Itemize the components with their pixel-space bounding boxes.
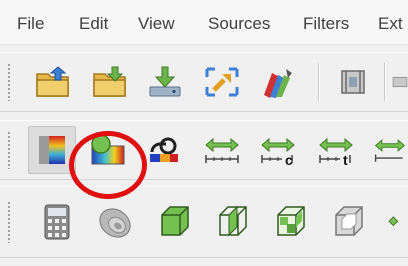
- color-palette-icon: [264, 69, 292, 98]
- toolbar-grip[interactable]: [7, 131, 11, 169]
- overflow-tool-button[interactable]: [392, 59, 408, 105]
- extract-subset-button[interactable]: [326, 199, 372, 245]
- download-icon: [149, 66, 181, 97]
- clip-icon: [161, 206, 189, 236]
- custom-range-suffix: c: [285, 152, 293, 167]
- main-toolbar: [0, 52, 408, 112]
- extract-subset-icon: [335, 206, 363, 236]
- threshold-button[interactable]: [268, 199, 314, 245]
- clip-button[interactable]: [152, 199, 198, 245]
- common-filters-toolbar: [0, 186, 408, 258]
- temporal-range-suffix: t: [343, 152, 348, 167]
- menu-filters[interactable]: Filters: [303, 14, 349, 34]
- color-map-editor-icon: [39, 136, 65, 164]
- menu-extensions[interactable]: Ext: [378, 14, 403, 34]
- menu-view[interactable]: View: [138, 14, 175, 34]
- rescale-temporal-range-icon: t: [319, 137, 353, 167]
- color-toolbar: c t: [0, 120, 408, 180]
- reset-range-button[interactable]: [140, 126, 188, 174]
- slice-button[interactable]: [210, 199, 256, 245]
- menu-bar: File Edit View Sources Filters Ext: [0, 0, 408, 45]
- menu-sources[interactable]: Sources: [208, 14, 270, 34]
- rescale-custom-range-button[interactable]: c: [254, 126, 302, 174]
- toolbar-separator: [318, 63, 320, 101]
- toggle-color-legend-icon: [91, 134, 125, 165]
- toggle-color-legend-button[interactable]: [84, 126, 132, 174]
- calculator-button[interactable]: [34, 199, 80, 245]
- rescale-custom-range-icon: c: [261, 137, 295, 167]
- slice-icon: [219, 205, 247, 237]
- calculator-icon: [44, 204, 70, 240]
- save-data-icon: [93, 66, 126, 97]
- color-map-editor-button[interactable]: [28, 126, 76, 174]
- reset-camera-button[interactable]: [199, 59, 245, 105]
- menu-file[interactable]: File: [17, 14, 44, 34]
- toolbar-grip[interactable]: [7, 201, 11, 243]
- contour-button[interactable]: [92, 199, 138, 245]
- toolbar-separator: [384, 63, 386, 101]
- overflow-range-button[interactable]: [372, 126, 408, 174]
- python-shell-button[interactable]: [330, 59, 376, 105]
- toolbar-grip[interactable]: [7, 63, 11, 101]
- save-data-button[interactable]: [87, 59, 133, 105]
- color-palette-button[interactable]: [254, 59, 300, 105]
- open-button[interactable]: [30, 59, 76, 105]
- rescale-range-icon: [205, 137, 239, 163]
- overflow-filter-button[interactable]: [386, 199, 408, 245]
- reset-camera-icon: [205, 67, 239, 97]
- partial-filter-icon: [388, 216, 399, 227]
- partial-range-icon: [374, 139, 406, 162]
- rescale-temporal-range-button[interactable]: t: [312, 126, 360, 174]
- reset-range-icon: [150, 137, 178, 162]
- python-shell-icon: [341, 70, 365, 94]
- menu-edit[interactable]: Edit: [79, 14, 108, 34]
- open-folder-icon: [36, 66, 69, 97]
- partial-tool-icon: [392, 76, 408, 88]
- rescale-range-button[interactable]: [198, 126, 246, 174]
- download-button[interactable]: [142, 59, 188, 105]
- threshold-icon: [277, 206, 305, 236]
- contour-icon: [99, 208, 131, 238]
